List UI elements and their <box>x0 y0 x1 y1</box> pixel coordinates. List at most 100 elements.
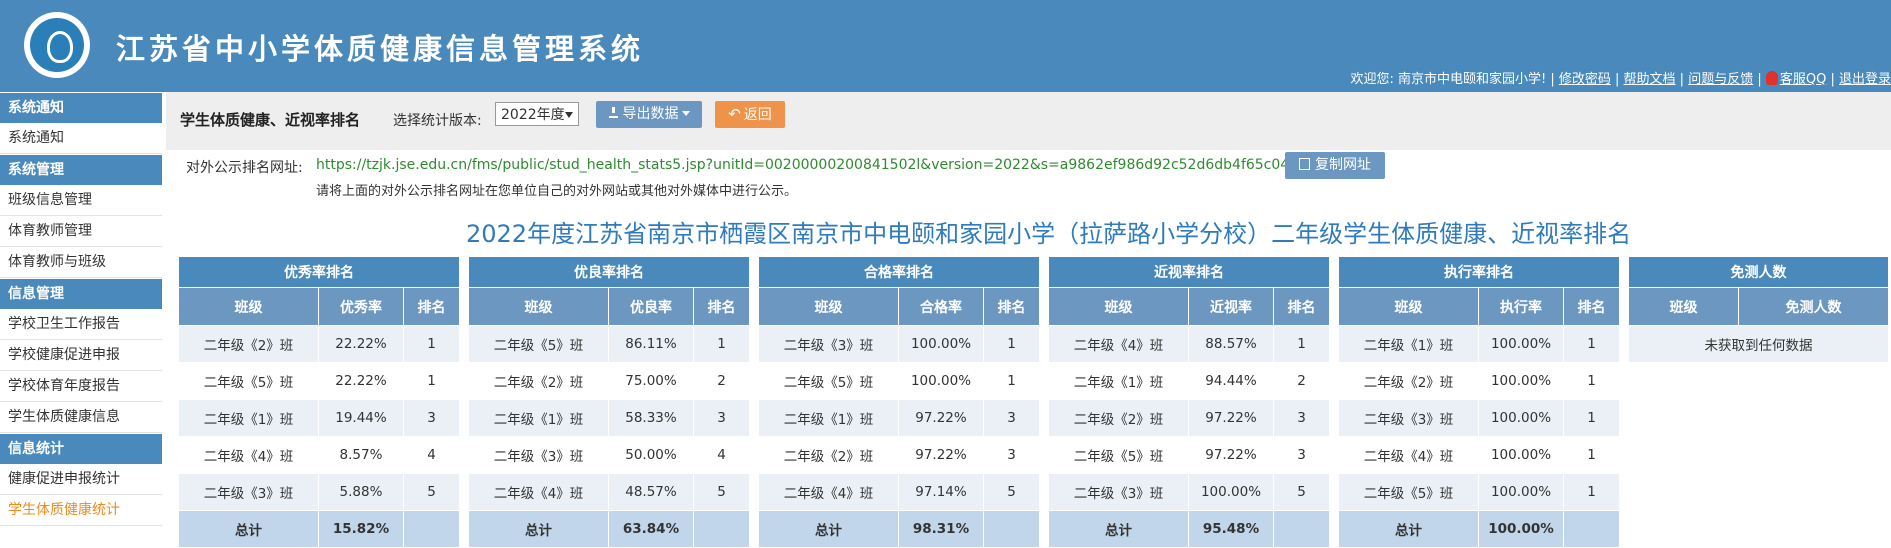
total-cell <box>1563 510 1620 548</box>
column-header: 排名 <box>1563 287 1620 326</box>
help-docs-link[interactable]: 帮助文档 <box>1624 72 1676 87</box>
column-header: 排名 <box>693 287 750 326</box>
table-cell: 5.88% <box>318 473 404 511</box>
table-cell: 97.22% <box>1188 399 1274 437</box>
sidebar-section-header: 信息统计 <box>0 434 162 464</box>
column-header: 班级 <box>1048 287 1189 326</box>
total-cell: 总计 <box>1048 510 1189 548</box>
sidebar-item[interactable]: 健康促进申报统计 <box>0 464 162 495</box>
export-data-button[interactable]: 导出数据 <box>596 101 702 128</box>
caret-down-icon <box>681 111 690 116</box>
column-header: 班级 <box>1338 287 1479 326</box>
sidebar-item[interactable]: 学生体质健康信息 <box>0 402 162 433</box>
logo-icon <box>24 12 90 78</box>
table-cell: 48.57% <box>608 473 694 511</box>
sidebar-item[interactable]: 学校体育年度报告 <box>0 371 162 402</box>
table-cell: 二年级《4》班 <box>178 436 319 474</box>
customer-qq-link[interactable]: 客服QQ <box>1780 72 1826 87</box>
table-cell: 1 <box>403 325 460 363</box>
total-cell: 98.31% <box>898 510 984 548</box>
table-caption: 近视率排名 <box>1048 256 1330 288</box>
sidebar-item[interactable]: 学生体质健康统计 <box>0 495 162 526</box>
ranking-title: 2022年度江苏省南京市栖霞区南京市中电颐和家园小学（拉萨路小学分校）二年级学生… <box>466 220 1632 248</box>
table-cell: 二年级《5》班 <box>178 362 319 400</box>
table-row: 二年级《2》班 75.00% 2 <box>468 362 750 400</box>
sidebar-item[interactable]: 学校健康促进申报 <box>0 340 162 371</box>
ranking-table: 优良率排名 班级 优良率 排名 二年级《5》班 86.11% 1 二年级《2》班 75.00% 2… <box>468 256 750 548</box>
table-cell: 88.57% <box>1188 325 1274 363</box>
table-cell: 二年级《5》班 <box>1048 436 1189 474</box>
column-header: 班级 <box>178 287 319 326</box>
table-row: 二年级《5》班 22.22% 1 <box>178 362 460 400</box>
public-url-row: 对外公示排名网址: https://tzjk.jse.edu.cn/fms/pu… <box>186 157 1333 177</box>
version-select-value: 2022年度 <box>501 107 565 123</box>
table-cell: 3 <box>693 399 750 437</box>
public-url-text[interactable]: https://tzjk.jse.edu.cn/fms/public/stud_… <box>316 157 1333 173</box>
logout-link[interactable]: 退出登录 <box>1839 72 1891 87</box>
table-cell: 1 <box>1563 399 1620 437</box>
table-cell: 97.22% <box>1188 436 1274 474</box>
header-user-links: 欢迎您: 南京市中电颐和家园小学! | 修改密码 | 帮助文档 | 问题与反馈 … <box>1350 71 1891 87</box>
change-password-link[interactable]: 修改密码 <box>1559 72 1611 87</box>
column-header: 优秀率 <box>318 287 404 326</box>
table-row: 二年级《5》班 86.11% 1 <box>468 325 750 363</box>
table-row: 二年级《4》班 100.00% 1 <box>1338 436 1620 474</box>
total-row: 总计 100.00% <box>1338 510 1620 548</box>
total-cell: 总计 <box>758 510 899 548</box>
column-header: 近视率 <box>1188 287 1274 326</box>
table-row: 二年级《1》班 100.00% 1 <box>1338 325 1620 363</box>
table-cell: 100.00% <box>1478 399 1564 437</box>
table-cell: 二年级《1》班 <box>468 399 609 437</box>
table-cell: 2 <box>1273 362 1330 400</box>
table-cell: 3 <box>1273 399 1330 437</box>
app-title: 江苏省中小学体质健康信息管理系统 <box>116 32 645 66</box>
sidebar-item[interactable]: 学校卫生工作报告 <box>0 309 162 340</box>
table-row: 二年级《1》班 97.22% 3 <box>758 399 1040 437</box>
table-cell: 58.33% <box>608 399 694 437</box>
table-cell: 二年级《5》班 <box>1338 473 1479 511</box>
column-header: 免测人数 <box>1738 287 1889 326</box>
table-cell: 二年级《4》班 <box>1048 325 1189 363</box>
table-row: 二年级《3》班 100.00% 1 <box>758 325 1040 363</box>
column-header: 优良率 <box>608 287 694 326</box>
table-cell: 1 <box>1563 362 1620 400</box>
table-caption: 执行率排名 <box>1338 256 1620 288</box>
ranking-table: 合格率排名 班级 合格率 排名 二年级《3》班 100.00% 1 二年级《5》班 100.00… <box>758 256 1040 548</box>
total-cell: 15.82% <box>318 510 404 548</box>
table-cell: 3 <box>983 399 1040 437</box>
table-cell: 二年级《2》班 <box>758 436 899 474</box>
sidebar-item[interactable]: 体育教师与班级 <box>0 247 162 278</box>
table-cell: 二年级《3》班 <box>468 436 609 474</box>
total-cell: 63.84% <box>608 510 694 548</box>
copy-url-button[interactable]: 复制网址 <box>1285 152 1385 179</box>
table-cell: 100.00% <box>898 325 984 363</box>
table-row: 二年级《1》班 58.33% 3 <box>468 399 750 437</box>
table-row: 二年级《4》班 88.57% 1 <box>1048 325 1330 363</box>
ranking-title-row: 2022年度江苏省南京市栖霞区南京市中电颐和家园小学（拉萨路小学分校）二年级学生… <box>0 214 1891 250</box>
table-cell: 二年级《2》班 <box>178 325 319 363</box>
sidebar-item[interactable]: 班级信息管理 <box>0 185 162 216</box>
back-button[interactable]: ↶ 返回 <box>715 101 785 128</box>
table-cell: 二年级《1》班 <box>1048 362 1189 400</box>
ranking-table: 优秀率排名 班级 优秀率 排名 二年级《2》班 22.22% 1 二年级《5》班 22.22% 1… <box>178 256 460 548</box>
column-header: 班级 <box>758 287 899 326</box>
table-caption: 合格率排名 <box>758 256 1040 288</box>
table-cell: 100.00% <box>1478 362 1564 400</box>
total-row: 总计 15.82% <box>178 510 460 548</box>
total-row: 总计 63.84% <box>468 510 750 548</box>
table-cell: 75.00% <box>608 362 694 400</box>
table-cell: 二年级《4》班 <box>1338 436 1479 474</box>
table-cell: 1 <box>1273 325 1330 363</box>
table-cell: 二年级《3》班 <box>1338 399 1479 437</box>
version-select[interactable]: 2022年度 <box>495 102 579 126</box>
table-cell: 3 <box>403 399 460 437</box>
table-row: 二年级《5》班 97.22% 3 <box>1048 436 1330 474</box>
column-header: 排名 <box>403 287 460 326</box>
table-row: 二年级《2》班 22.22% 1 <box>178 325 460 363</box>
table-row: 二年级《2》班 97.22% 3 <box>1048 399 1330 437</box>
column-header: 班级 <box>468 287 609 326</box>
sidebar-item[interactable]: 系统通知 <box>0 123 162 154</box>
feedback-link[interactable]: 问题与反馈 <box>1688 72 1753 87</box>
column-header: 执行率 <box>1478 287 1564 326</box>
table-cell: 5 <box>693 473 750 511</box>
